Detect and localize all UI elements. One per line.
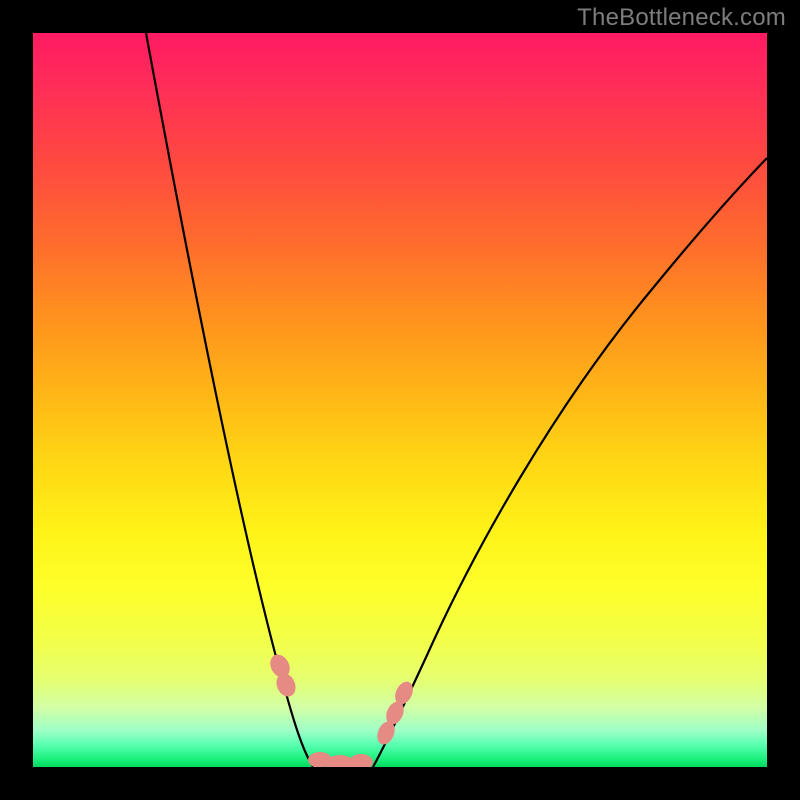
markers-group xyxy=(266,651,416,767)
chart-frame: TheBottleneck.com xyxy=(0,0,800,800)
watermark-text: TheBottleneck.com xyxy=(577,4,786,32)
right-curve xyxy=(373,158,767,767)
curves-svg xyxy=(33,33,767,767)
plot-area xyxy=(33,33,767,767)
data-marker xyxy=(349,754,373,767)
left-curve xyxy=(146,33,313,767)
